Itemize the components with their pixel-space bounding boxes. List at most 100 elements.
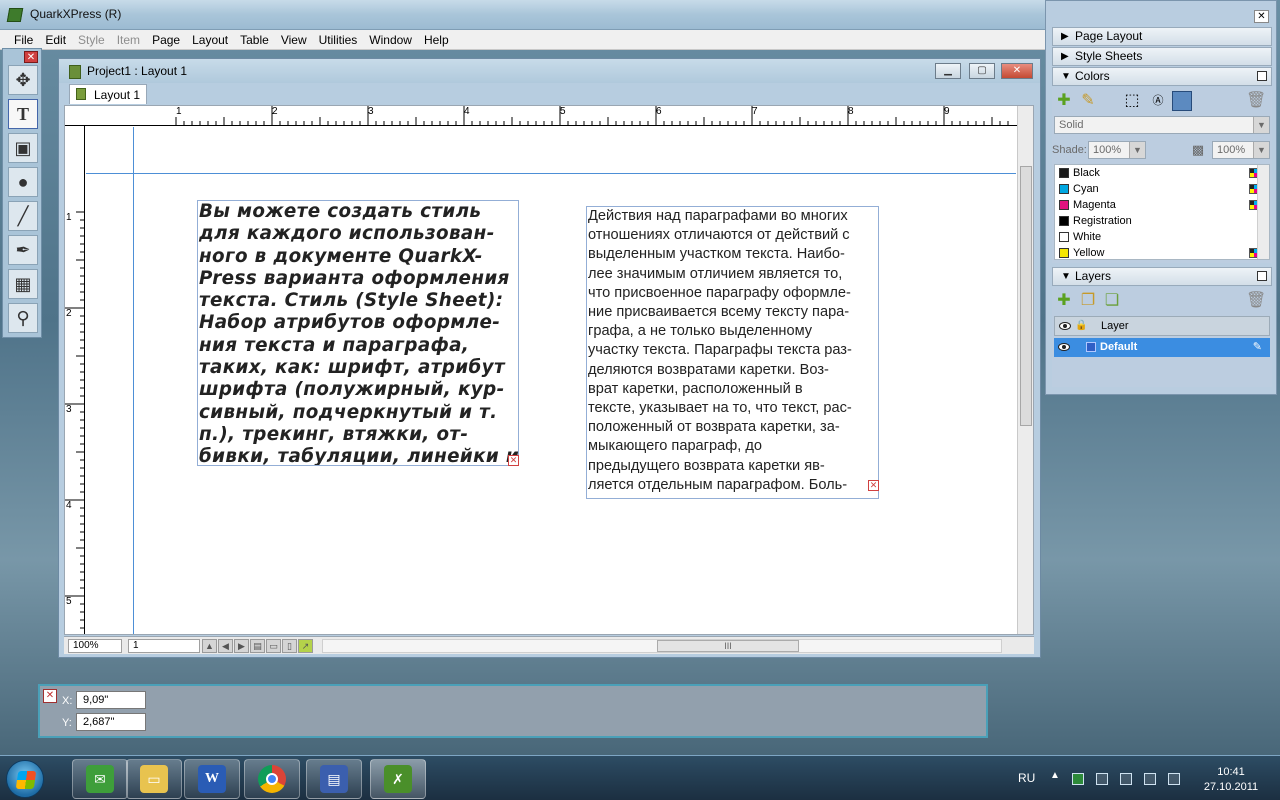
- frame-color-icon[interactable]: ⬚: [1122, 91, 1142, 111]
- menu-layout[interactable]: Layout: [186, 30, 234, 50]
- minimize-button[interactable]: ▁: [935, 63, 961, 79]
- layer-row-default[interactable]: Default ✎: [1054, 338, 1270, 357]
- split-horizontal-icon[interactable]: ▭: [266, 639, 281, 653]
- color-name: Registration: [1073, 215, 1132, 227]
- menu-help[interactable]: Help: [418, 30, 455, 50]
- restore-button[interactable]: ▢: [969, 63, 995, 79]
- text-content-tool-icon[interactable]: T: [8, 99, 38, 129]
- pen-tool-icon[interactable]: ✒: [8, 235, 38, 265]
- taskbar-chrome[interactable]: [244, 759, 300, 799]
- taskbar-word[interactable]: W: [184, 759, 240, 799]
- text-box-2[interactable]: Действия над параграфами во многих отнош…: [586, 206, 879, 499]
- merge-layers-icon[interactable]: ❐: [1078, 291, 1098, 311]
- menu-file[interactable]: File: [8, 30, 39, 50]
- item-tool-icon[interactable]: ✥: [8, 65, 38, 95]
- style-sheets-palette-header[interactable]: ▶ Style Sheets: [1052, 47, 1272, 66]
- oval-tool-icon[interactable]: ●: [8, 167, 38, 197]
- text-overflow-icon: ✕: [508, 455, 519, 466]
- menu-table[interactable]: Table: [234, 30, 275, 50]
- split-vertical-icon[interactable]: ▯: [282, 639, 297, 653]
- start-button[interactable]: [6, 760, 44, 798]
- power-icon[interactable]: [1144, 773, 1156, 785]
- style-sheets-label: Style Sheets: [1075, 49, 1143, 63]
- taskbar-save-app[interactable]: ▤: [306, 759, 362, 799]
- colors-label: Colors: [1075, 69, 1110, 83]
- horizontal-scrollbar[interactable]: III: [322, 639, 1002, 653]
- color-item-registration[interactable]: Registration: [1055, 213, 1269, 229]
- page-menu-up-icon[interactable]: ▲: [202, 639, 217, 653]
- delete-layer-icon[interactable]: 🗑: [1246, 291, 1266, 311]
- horizontal-scrollbar-thumb[interactable]: III: [657, 640, 799, 652]
- layers-palette-header[interactable]: ▼ Layers: [1052, 267, 1272, 286]
- vertical-ruler[interactable]: 1 2 3 4 5: [65, 126, 85, 634]
- page-layout-palette-header[interactable]: ▶ Page Layout: [1052, 27, 1272, 46]
- page-field[interactable]: 1: [128, 639, 200, 653]
- y-field[interactable]: 2,687": [76, 713, 146, 731]
- color-item-cyan[interactable]: Cyan: [1055, 181, 1269, 197]
- menu-utilities[interactable]: Utilities: [313, 30, 364, 50]
- clock[interactable]: 10:41 27.10.2011: [1200, 765, 1262, 795]
- layout-view-icon[interactable]: ▤: [250, 639, 265, 653]
- zoom-tool-icon[interactable]: ⚲: [8, 303, 38, 333]
- export-icon[interactable]: ↗: [298, 639, 313, 653]
- menu-item[interactable]: Item: [111, 30, 146, 50]
- menu-window[interactable]: Window: [363, 30, 418, 50]
- colors-palette-header[interactable]: ▼ Colors: [1052, 67, 1272, 86]
- next-page-icon[interactable]: ▶: [234, 639, 249, 653]
- close-button[interactable]: ✕: [1001, 63, 1033, 79]
- taskbar-explorer[interactable]: ▭: [126, 759, 182, 799]
- color-item-white[interactable]: White: [1055, 229, 1269, 245]
- tools-close-icon[interactable]: ✕: [24, 51, 38, 63]
- color-item-yellow[interactable]: Yellow: [1055, 245, 1269, 259]
- new-color-icon[interactable]: ✚: [1054, 91, 1074, 111]
- display-icon[interactable]: [1120, 773, 1132, 785]
- menu-page[interactable]: Page: [146, 30, 186, 50]
- margin-guide-left: [133, 127, 134, 634]
- fill-type-select[interactable]: Solid ▼: [1054, 116, 1270, 134]
- table-tool-icon[interactable]: ▦: [8, 269, 38, 299]
- menu-edit[interactable]: Edit: [39, 30, 72, 50]
- text-box-1-content[interactable]: Вы можете создать стиль для каждого испо…: [198, 201, 518, 465]
- color-list-scrollbar[interactable]: [1257, 165, 1269, 259]
- move-item-to-layer-icon[interactable]: ❏: [1102, 291, 1122, 311]
- vertical-scrollbar[interactable]: [1017, 106, 1033, 634]
- delete-color-icon[interactable]: 🗑: [1246, 91, 1266, 111]
- prev-page-icon[interactable]: ◀: [218, 639, 233, 653]
- x-field[interactable]: 9,09": [76, 691, 146, 709]
- menu-style[interactable]: Style: [72, 30, 111, 50]
- picture-content-tool-icon[interactable]: ▣: [8, 133, 38, 163]
- horizontal-ruler[interactable]: 1 2 3 4 5 6 7 8 9: [65, 106, 1033, 126]
- document-window: Project1 : Layout 1 ▁ ▢ ✕ Layout 1 1 2 3…: [58, 58, 1041, 658]
- palette-menu-icon[interactable]: [1257, 71, 1267, 81]
- color-item-magenta[interactable]: Magenta: [1055, 197, 1269, 213]
- vertical-scrollbar-thumb[interactable]: [1020, 166, 1032, 426]
- shade-field[interactable]: 100% ▼: [1088, 141, 1146, 159]
- edit-layer-icon[interactable]: ✎: [1253, 338, 1262, 356]
- edit-color-icon[interactable]: ✎: [1078, 91, 1098, 111]
- network-key-icon[interactable]: [1072, 773, 1084, 785]
- visibility-eye-icon[interactable]: [1058, 343, 1070, 351]
- color-item-black[interactable]: Black: [1055, 165, 1269, 181]
- language-indicator[interactable]: RU: [1018, 771, 1035, 785]
- taskbar-quarkxpress[interactable]: ✗: [370, 759, 426, 799]
- text-box-1[interactable]: Вы можете создать стиль для каждого испо…: [197, 200, 519, 466]
- measurements-close-icon[interactable]: ✕: [43, 689, 57, 703]
- text-box-2-content[interactable]: Действия над параграфами во многих отнош…: [587, 207, 878, 495]
- action-center-flag-icon[interactable]: [1096, 773, 1108, 785]
- menu-view[interactable]: View: [275, 30, 313, 50]
- new-layer-icon[interactable]: ✚: [1054, 291, 1074, 311]
- volume-icon[interactable]: [1168, 773, 1180, 785]
- layout-workspace[interactable]: 1 2 3 4 5 6 7 8 9 1 2 3 4 5 Вы можете со…: [64, 105, 1034, 635]
- page-canvas[interactable]: Вы можете создать стиль для каждого испо…: [86, 127, 1016, 634]
- background-color-icon[interactable]: [1172, 91, 1192, 111]
- tab-layout-1[interactable]: Layout 1: [69, 84, 147, 104]
- opacity-field[interactable]: 100% ▼: [1212, 141, 1270, 159]
- show-hidden-icons-icon[interactable]: ▲: [1050, 770, 1060, 781]
- line-tool-icon[interactable]: ╱: [8, 201, 38, 231]
- color-list[interactable]: Black Cyan Magenta Registration White Ye…: [1054, 164, 1270, 260]
- zoom-field[interactable]: 100%: [68, 639, 122, 653]
- palette-menu-icon[interactable]: [1257, 271, 1267, 281]
- text-color-icon[interactable]: Ⓐ: [1148, 91, 1168, 111]
- taskbar-opera[interactable]: ✉: [72, 759, 128, 799]
- palettes-close-icon[interactable]: ✕: [1254, 10, 1269, 23]
